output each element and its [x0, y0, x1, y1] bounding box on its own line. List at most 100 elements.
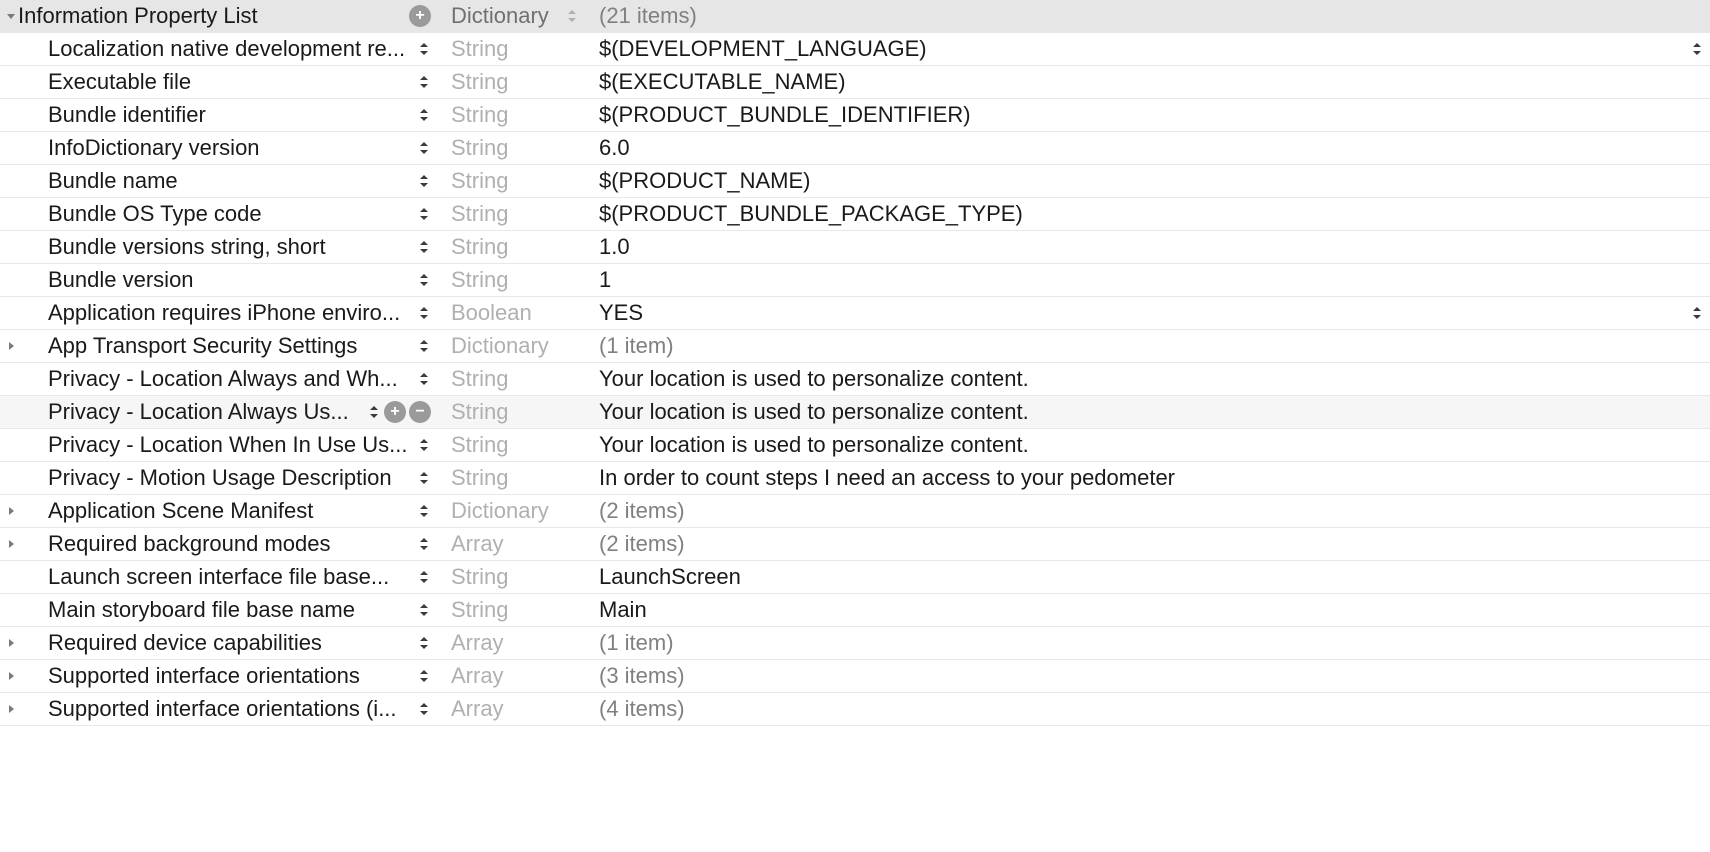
- value-cell[interactable]: $(PRODUCT_BUNDLE_PACKAGE_TYPE): [585, 198, 1710, 230]
- key-cell[interactable]: App Transport Security Settings: [0, 330, 435, 362]
- type-cell[interactable]: Dictionary: [435, 498, 585, 524]
- value-cell[interactable]: $(PRODUCT_NAME): [585, 165, 1710, 197]
- key-cell[interactable]: Privacy - Location When In Use Us...: [0, 429, 435, 461]
- disclosure-triangle-right-icon[interactable]: [4, 637, 18, 649]
- value-cell[interactable]: (4 items): [585, 693, 1710, 725]
- key-stepper-icon[interactable]: [417, 465, 431, 491]
- type-cell[interactable]: String: [435, 564, 585, 590]
- type-cell[interactable]: Dictionary: [435, 3, 585, 29]
- key-cell[interactable]: Privacy - Location Always Us...+−: [0, 396, 435, 428]
- key-stepper-icon[interactable]: [417, 333, 431, 359]
- remove-row-button[interactable]: −: [409, 401, 431, 423]
- plist-row[interactable]: Localization native development re...Str…: [0, 33, 1710, 66]
- key-stepper-icon[interactable]: [417, 564, 431, 590]
- disclosure-triangle-down-icon[interactable]: [4, 10, 18, 22]
- type-cell[interactable]: String: [435, 234, 585, 260]
- plist-row[interactable]: Privacy - Location When In Use Us...Stri…: [0, 429, 1710, 462]
- plist-row[interactable]: Required background modesArray(2 items): [0, 528, 1710, 561]
- key-cell[interactable]: Privacy - Location Always and Wh...: [0, 363, 435, 395]
- plist-row[interactable]: Bundle versions string, shortString1.0: [0, 231, 1710, 264]
- key-stepper-icon[interactable]: [417, 366, 431, 392]
- disclosure-triangle-right-icon[interactable]: [4, 505, 18, 517]
- plist-row[interactable]: Privacy - Location Always Us...+−StringY…: [0, 396, 1710, 429]
- key-stepper-icon[interactable]: [417, 69, 431, 95]
- key-stepper-icon[interactable]: [417, 696, 431, 722]
- plist-row[interactable]: Main storyboard file base nameStringMain: [0, 594, 1710, 627]
- plist-row[interactable]: Privacy - Location Always and Wh...Strin…: [0, 363, 1710, 396]
- value-cell[interactable]: 1: [585, 264, 1710, 296]
- value-cell[interactable]: Your location is used to personalize con…: [585, 429, 1710, 461]
- plist-row[interactable]: Privacy - Motion Usage DescriptionString…: [0, 462, 1710, 495]
- value-stepper-icon[interactable]: [1690, 300, 1704, 326]
- type-cell[interactable]: String: [435, 597, 585, 623]
- plist-row[interactable]: Launch screen interface file base...Stri…: [0, 561, 1710, 594]
- type-cell[interactable]: Array: [435, 696, 585, 722]
- plist-row[interactable]: InfoDictionary versionString6.0: [0, 132, 1710, 165]
- add-row-button[interactable]: +: [384, 401, 406, 423]
- key-stepper-icon[interactable]: [417, 498, 431, 524]
- plist-row[interactable]: Executable fileString$(EXECUTABLE_NAME): [0, 66, 1710, 99]
- value-cell[interactable]: Main: [585, 594, 1710, 626]
- plist-row[interactable]: Bundle OS Type codeString$(PRODUCT_BUNDL…: [0, 198, 1710, 231]
- key-cell[interactable]: Privacy - Motion Usage Description: [0, 462, 435, 494]
- value-cell[interactable]: 1.0: [585, 231, 1710, 263]
- key-cell[interactable]: Localization native development re...: [0, 33, 435, 65]
- disclosure-triangle-right-icon[interactable]: [4, 670, 18, 682]
- key-stepper-icon[interactable]: [417, 168, 431, 194]
- type-cell[interactable]: Dictionary: [435, 333, 585, 359]
- value-cell[interactable]: (2 items): [585, 495, 1710, 527]
- plist-row[interactable]: Supported interface orientationsArray(3 …: [0, 660, 1710, 693]
- key-cell[interactable]: Bundle version: [0, 264, 435, 296]
- disclosure-triangle-right-icon[interactable]: [4, 703, 18, 715]
- value-cell[interactable]: (1 item): [585, 330, 1710, 362]
- key-cell[interactable]: Application requires iPhone enviro...: [0, 297, 435, 329]
- key-cell[interactable]: Executable file: [0, 66, 435, 98]
- plist-row[interactable]: App Transport Security SettingsDictionar…: [0, 330, 1710, 363]
- plist-row[interactable]: Required device capabilitiesArray(1 item…: [0, 627, 1710, 660]
- disclosure-triangle-right-icon[interactable]: [4, 538, 18, 550]
- plist-row[interactable]: Application requires iPhone enviro...Boo…: [0, 297, 1710, 330]
- key-cell[interactable]: Information Property List+: [0, 0, 435, 32]
- plist-row[interactable]: Bundle versionString1: [0, 264, 1710, 297]
- key-cell[interactable]: Required device capabilities: [0, 627, 435, 659]
- type-cell[interactable]: String: [435, 432, 585, 458]
- type-cell[interactable]: Boolean: [435, 300, 585, 326]
- value-cell[interactable]: In order to count steps I need an access…: [585, 462, 1710, 494]
- key-cell[interactable]: Bundle OS Type code: [0, 198, 435, 230]
- type-cell[interactable]: String: [435, 69, 585, 95]
- key-stepper-icon[interactable]: [417, 300, 431, 326]
- key-cell[interactable]: Required background modes: [0, 528, 435, 560]
- plist-row[interactable]: Application Scene ManifestDictionary(2 i…: [0, 495, 1710, 528]
- type-cell[interactable]: String: [435, 399, 585, 425]
- value-cell[interactable]: $(DEVELOPMENT_LANGUAGE): [585, 33, 1710, 65]
- type-cell[interactable]: String: [435, 36, 585, 62]
- key-stepper-icon[interactable]: [417, 135, 431, 161]
- value-cell[interactable]: (1 item): [585, 627, 1710, 659]
- type-cell[interactable]: String: [435, 465, 585, 491]
- value-cell[interactable]: YES: [585, 297, 1710, 329]
- type-cell[interactable]: Array: [435, 531, 585, 557]
- key-stepper-icon[interactable]: [417, 36, 431, 62]
- key-cell[interactable]: Launch screen interface file base...: [0, 561, 435, 593]
- type-cell[interactable]: String: [435, 366, 585, 392]
- type-cell[interactable]: String: [435, 201, 585, 227]
- type-cell[interactable]: String: [435, 135, 585, 161]
- value-cell[interactable]: $(EXECUTABLE_NAME): [585, 66, 1710, 98]
- key-cell[interactable]: Supported interface orientations (i...: [0, 693, 435, 725]
- type-cell[interactable]: String: [435, 267, 585, 293]
- plist-root-row[interactable]: Information Property List+Dictionary(21 …: [0, 0, 1710, 33]
- type-cell[interactable]: Array: [435, 630, 585, 656]
- key-stepper-icon[interactable]: [417, 201, 431, 227]
- plist-row[interactable]: Supported interface orientations (i...Ar…: [0, 693, 1710, 726]
- key-stepper-icon[interactable]: [417, 102, 431, 128]
- type-cell[interactable]: String: [435, 168, 585, 194]
- key-stepper-icon[interactable]: [417, 597, 431, 623]
- key-stepper-icon[interactable]: [417, 234, 431, 260]
- key-cell[interactable]: Bundle name: [0, 165, 435, 197]
- key-cell[interactable]: Bundle identifier: [0, 99, 435, 131]
- value-cell[interactable]: (3 items): [585, 660, 1710, 692]
- key-cell[interactable]: Bundle versions string, short: [0, 231, 435, 263]
- key-cell[interactable]: Application Scene Manifest: [0, 495, 435, 527]
- value-cell[interactable]: LaunchScreen: [585, 561, 1710, 593]
- value-cell[interactable]: Your location is used to personalize con…: [585, 396, 1710, 428]
